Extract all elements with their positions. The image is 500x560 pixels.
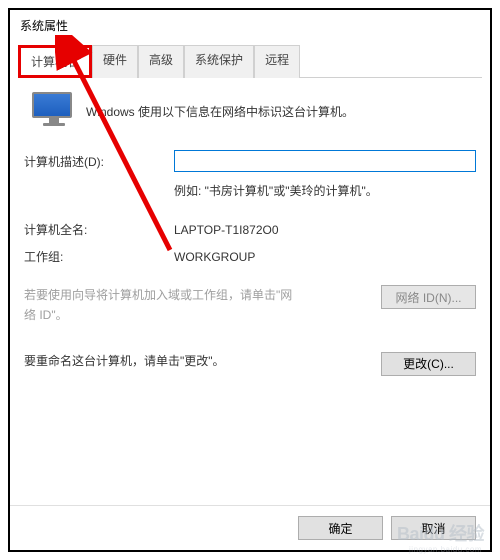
- watermark: Baidu 经验: [397, 520, 484, 546]
- network-id-text: 若要使用向导将计算机加入域或工作组，请单击"网络 ID"。: [24, 285, 304, 326]
- computer-icon: [32, 92, 76, 130]
- workgroup-value: WORKGROUP: [174, 250, 476, 264]
- description-input[interactable]: [174, 150, 476, 172]
- network-id-button[interactable]: 网络 ID(N)...: [381, 285, 476, 309]
- tab-label: 系统保护: [195, 53, 243, 67]
- tab-advanced[interactable]: 高级: [138, 45, 184, 78]
- tab-system-protection[interactable]: 系统保护: [184, 45, 254, 78]
- titlebar: 系统属性: [10, 10, 490, 40]
- tab-label: 高级: [149, 53, 173, 67]
- tab-remote[interactable]: 远程: [254, 45, 300, 78]
- intro-text: Windows 使用以下信息在网络中标识这台计算机。: [86, 103, 354, 120]
- tab-label: 计算机名: [31, 55, 79, 69]
- tab-strip: 计算机名 硬件 高级 系统保护 远程: [18, 44, 482, 78]
- tab-computer-name[interactable]: 计算机名: [18, 45, 92, 78]
- watermark-sub: jingyan.baidu.com: [409, 545, 482, 554]
- rename-button[interactable]: 更改(C)...: [381, 352, 476, 376]
- tab-label: 硬件: [103, 53, 127, 67]
- description-example: 例如: "书房计算机"或"美玲的计算机"。: [174, 182, 476, 199]
- window-title: 系统属性: [20, 17, 68, 34]
- workgroup-label: 工作组:: [24, 248, 174, 265]
- rename-text: 要重命名这台计算机，请单击"更改"。: [24, 352, 225, 369]
- fullname-label: 计算机全名:: [24, 221, 174, 238]
- tab-content: Windows 使用以下信息在网络中标识这台计算机。 计算机描述(D): 例如:…: [10, 78, 490, 505]
- ok-button[interactable]: 确定: [298, 516, 383, 540]
- fullname-value: LAPTOP-T1I872O0: [174, 223, 476, 237]
- system-properties-window: 系统属性 计算机名 硬件 高级 系统保护 远程 Windows 使用以下信息在网…: [10, 10, 490, 550]
- tab-hardware[interactable]: 硬件: [92, 45, 138, 78]
- tab-label: 远程: [265, 53, 289, 67]
- description-label: 计算机描述(D):: [24, 153, 174, 170]
